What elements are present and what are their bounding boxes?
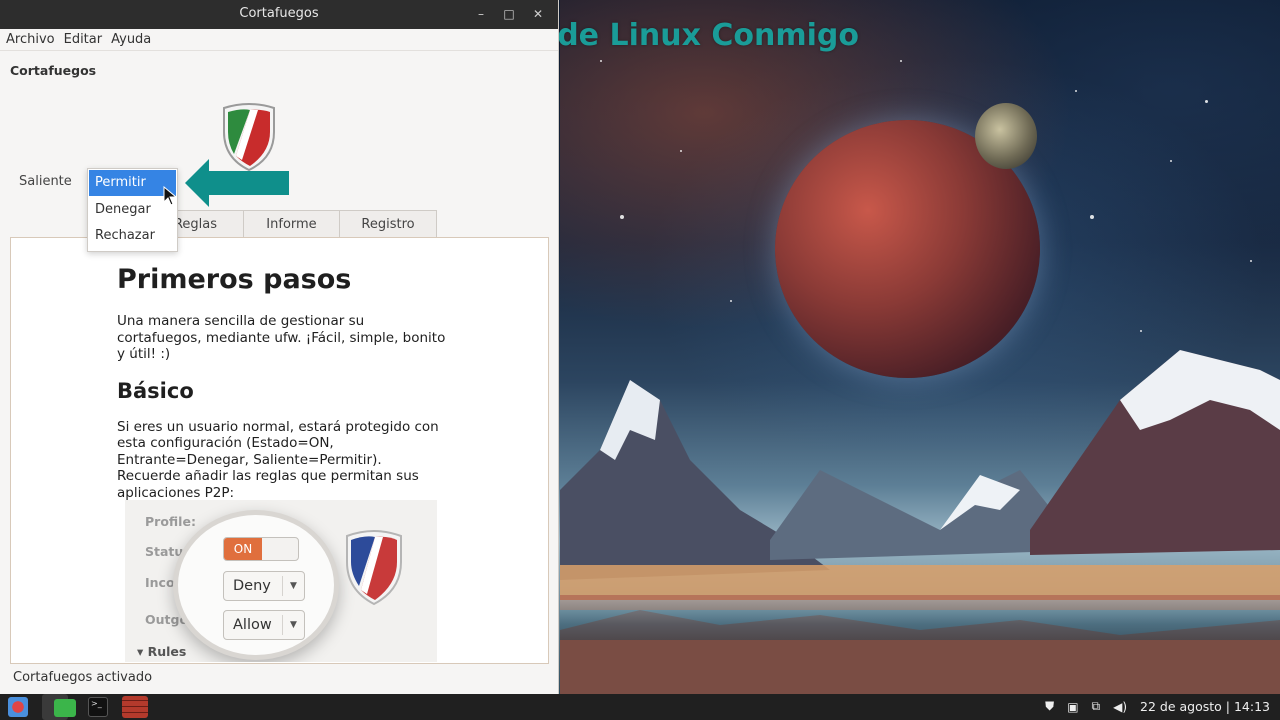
star [1140, 330, 1142, 332]
shield-icon[interactable]: ⛊ [1045, 699, 1054, 714]
illus-outgoing-value: Allow [233, 617, 272, 633]
star [1205, 100, 1208, 103]
magnifier-lens: ON Deny ▼ Allow ▼ [173, 510, 339, 660]
tab-registro[interactable]: Registro [339, 210, 437, 237]
small-moon [975, 103, 1037, 169]
illus-shield-icon [346, 530, 402, 606]
tab-bar: Reglas Informe Registro [147, 210, 437, 237]
option-rechazar[interactable]: Rechazar [88, 223, 177, 249]
printer-icon[interactable]: ▣ [1067, 700, 1078, 714]
star [600, 60, 602, 62]
menubar: Archivo Editar Ayuda [0, 29, 558, 51]
star [620, 215, 624, 219]
menu-archivo[interactable]: Archivo [6, 32, 55, 47]
doc-intro: Una manera sencilla de gestionar su cort… [117, 313, 446, 362]
ufw-settings-illustration: Profile: Status: Incoming: Outgoing: ▾ R… [125, 500, 437, 662]
system-tray: ⛊ ▣ ⧉ ◀) 22 de agosto | 14:13 [1045, 699, 1270, 714]
status-bar-text: Cortafuegos activado [13, 670, 153, 685]
star [680, 150, 682, 152]
star [1170, 160, 1172, 162]
illus-outgoing-combo: Allow ▼ [223, 610, 305, 640]
close-button[interactable]: ✕ [529, 5, 547, 23]
mouse-cursor-icon [163, 186, 177, 206]
maximize-button[interactable]: □ [500, 5, 518, 23]
firewall-window: Cortafuegos – □ ✕ Archivo Editar Ayuda C… [0, 0, 559, 694]
firewall-icon[interactable] [122, 696, 148, 718]
illus-incoming-combo: Deny ▼ [223, 571, 305, 601]
star [1075, 90, 1077, 92]
illus-incoming-value: Deny [233, 578, 271, 594]
network-icon[interactable]: ⧉ [1092, 699, 1101, 714]
doc-heading: Primeros pasos [117, 264, 352, 295]
mountain-landscape [560, 350, 1280, 694]
help-document: Primeros pasos Una manera sencilla de ge… [117, 262, 447, 501]
clock-datetime[interactable]: 22 de agosto | 14:13 [1140, 699, 1270, 714]
wallpaper-lake [560, 600, 1280, 640]
section-title: Cortafuegos [10, 63, 97, 78]
minimize-button[interactable]: – [472, 5, 490, 23]
illus-toggle-on: ON [224, 538, 262, 560]
star [1090, 215, 1094, 219]
help-content-panel: Primeros pasos Una manera sencilla de ge… [10, 237, 549, 664]
menu-icon[interactable] [8, 697, 28, 717]
illus-status-toggle: ON [223, 537, 299, 561]
volume-icon[interactable]: ◀) [1113, 700, 1127, 714]
menu-ayuda[interactable]: Ayuda [111, 32, 151, 47]
doc-subheading: Básico [117, 378, 194, 403]
files-icon[interactable] [54, 699, 76, 717]
outgoing-policy-dropdown[interactable]: Permitir Denegar Rechazar [87, 168, 178, 252]
tab-informe[interactable]: Informe [243, 210, 340, 237]
doc-body: Si eres un usuario normal, estará proteg… [117, 418, 439, 501]
chevron-down-icon: ▼ [282, 576, 304, 596]
illus-rules-label: ▾ Rules [137, 644, 187, 659]
annotation-arrow-icon [185, 159, 289, 207]
star [1250, 260, 1252, 262]
illus-profile-label: Profile: [145, 514, 196, 529]
outgoing-label: Saliente [19, 174, 72, 189]
taskbar: >_ ⛊ ▣ ⧉ ◀) 22 de agosto | 14:13 [0, 694, 1280, 720]
titlebar[interactable]: Cortafuegos – □ ✕ [0, 0, 558, 29]
chevron-down-icon: ▼ [282, 615, 304, 635]
star [900, 60, 902, 62]
menu-editar[interactable]: Editar [64, 32, 103, 47]
star [730, 300, 732, 302]
terminal-icon[interactable]: >_ [88, 697, 108, 717]
